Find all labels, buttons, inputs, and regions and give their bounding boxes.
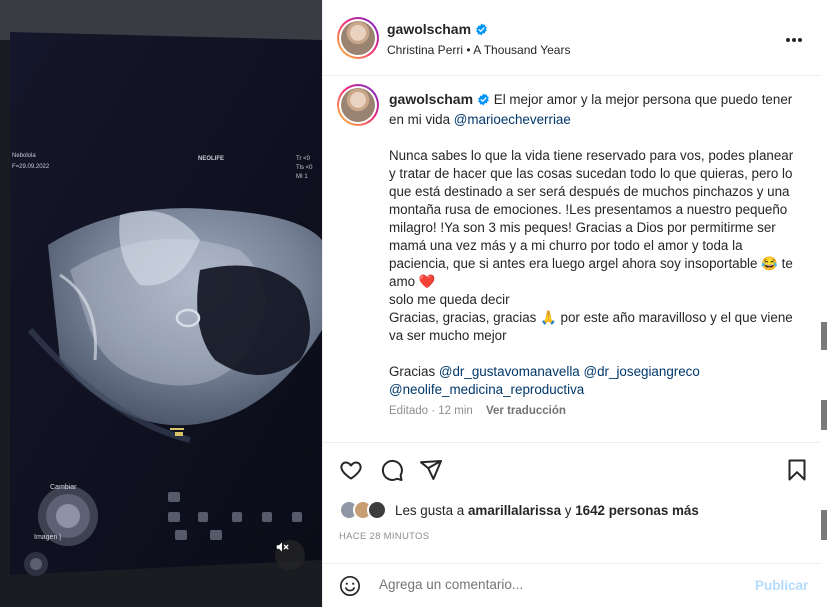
mention-link[interactable]: @marioecheverriae (454, 112, 571, 127)
heart-icon (340, 461, 362, 480)
emoji-button[interactable] (339, 575, 361, 602)
verified-badge-icon (477, 93, 490, 111)
author-name-row: gawolscham (387, 21, 488, 41)
caption-queda: solo me queda decir (389, 292, 510, 307)
screen-date: F=29.09.2022 (12, 164, 50, 170)
audio-info[interactable]: Christina Perri • A Thousand Years (387, 43, 570, 57)
audio-title: A Thousand Years (473, 43, 571, 57)
audio-artist: Christina Perri (387, 43, 464, 57)
mention-link[interactable]: @dr_josegiangreco (584, 364, 700, 379)
ultrasound-video-frame (0, 0, 322, 607)
post-caption: gawolscham El mejor amor y la mejor pers… (389, 90, 794, 399)
comment-input[interactable] (379, 577, 739, 592)
like-button[interactable] (339, 458, 363, 487)
post-media-video[interactable]: Nebolola F=29.09.2022 NEOLIFE Tr <0 Tls … (0, 0, 322, 607)
liker-avatar[interactable] (367, 500, 387, 520)
more-horizontal-icon (786, 38, 802, 42)
share-button[interactable] (419, 458, 443, 487)
screen-corner-2: Tls <0 (296, 165, 313, 171)
mention-link[interactable]: @neolife_medicina_reproductiva (389, 382, 584, 397)
send-icon (420, 460, 442, 480)
likes-count[interactable]: 1642 personas más (575, 503, 699, 518)
see-translation-button[interactable]: Ver traducción (486, 405, 566, 417)
mention-link[interactable]: @dr_gustavomanavella (439, 364, 580, 379)
more-options-button[interactable] (785, 30, 803, 44)
background-page-edge (821, 0, 827, 607)
author-avatar[interactable] (337, 17, 379, 59)
mute-button[interactable] (275, 540, 305, 570)
caption-body-text: Nunca sabes lo que la vida tiene reserva… (389, 148, 794, 271)
comment-bar: Publicar (323, 563, 822, 607)
publish-button[interactable]: Publicar (755, 578, 808, 593)
audio-separator: • (466, 43, 471, 57)
post-details-panel: gawolscham Christina Perri • A Thousand … (322, 0, 822, 607)
author-username[interactable]: gawolscham (387, 21, 471, 37)
caption-thanks: Gracias @dr_gustavomanavella @dr_josegia… (389, 363, 794, 399)
likes-middle: y (564, 502, 572, 518)
post-actions: Les gusta a amarillalarissa y 1642 perso… (323, 443, 822, 563)
screen-corner-3: MI 1 (296, 174, 308, 180)
screen-image-label: Imagen | (34, 534, 62, 541)
edited-label: Editado (389, 405, 429, 417)
heart-emoji: ❤️ (418, 274, 436, 289)
caption-thanks-word: Gracias (389, 364, 436, 379)
caption-meta: Editado · 12 min Ver traducción (389, 405, 566, 417)
screen-header-left: Nebolola (12, 153, 36, 159)
speaker-muted-icon (276, 542, 289, 552)
verified-badge-icon (475, 23, 488, 41)
comment-icon (381, 459, 403, 481)
screen-button-label: Cambiar (50, 484, 77, 491)
post-header: gawolscham Christina Perri • A Thousand … (323, 0, 822, 76)
caption-author-avatar[interactable] (337, 84, 379, 126)
save-button[interactable] (785, 458, 809, 487)
comment-button[interactable] (380, 458, 404, 487)
caption-gracias: Gracias, gracias, gracias 🙏 por este año… (389, 309, 794, 345)
likes-summary: Les gusta a amarillalarissa y 1642 perso… (395, 503, 699, 518)
edited-time: 12 min (438, 405, 473, 417)
laughing-emoji: 😂 (761, 256, 778, 271)
screen-brand: NEOLIFE (198, 156, 225, 162)
caption-section: gawolscham El mejor amor y la mejor pers… (323, 76, 822, 443)
caption-username[interactable]: gawolscham (389, 91, 473, 107)
praying-hands-emoji: 🙏 (540, 310, 557, 325)
caption-body: Nunca sabes lo que la vida tiene reserva… (389, 147, 794, 291)
likes-prefix: Les gusta a (395, 502, 465, 518)
edited-separator: · (431, 405, 436, 417)
caption-gracias-text: Gracias, gracias, gracias (389, 310, 537, 325)
liker-username[interactable]: amarillalarissa (468, 503, 561, 518)
post-timestamp[interactable]: HACE 28 MINUTOS (339, 531, 429, 542)
screen-corner-1: Tr <0 (296, 156, 310, 162)
post-modal: Nebolola F=29.09.2022 NEOLIFE Tr <0 Tls … (0, 0, 827, 607)
emoji-icon (340, 576, 360, 596)
bookmark-icon (788, 459, 806, 481)
caption-intro: gawolscham El mejor amor y la mejor pers… (389, 90, 794, 129)
likes-row: Les gusta a amarillalarissa y 1642 perso… (339, 498, 699, 522)
